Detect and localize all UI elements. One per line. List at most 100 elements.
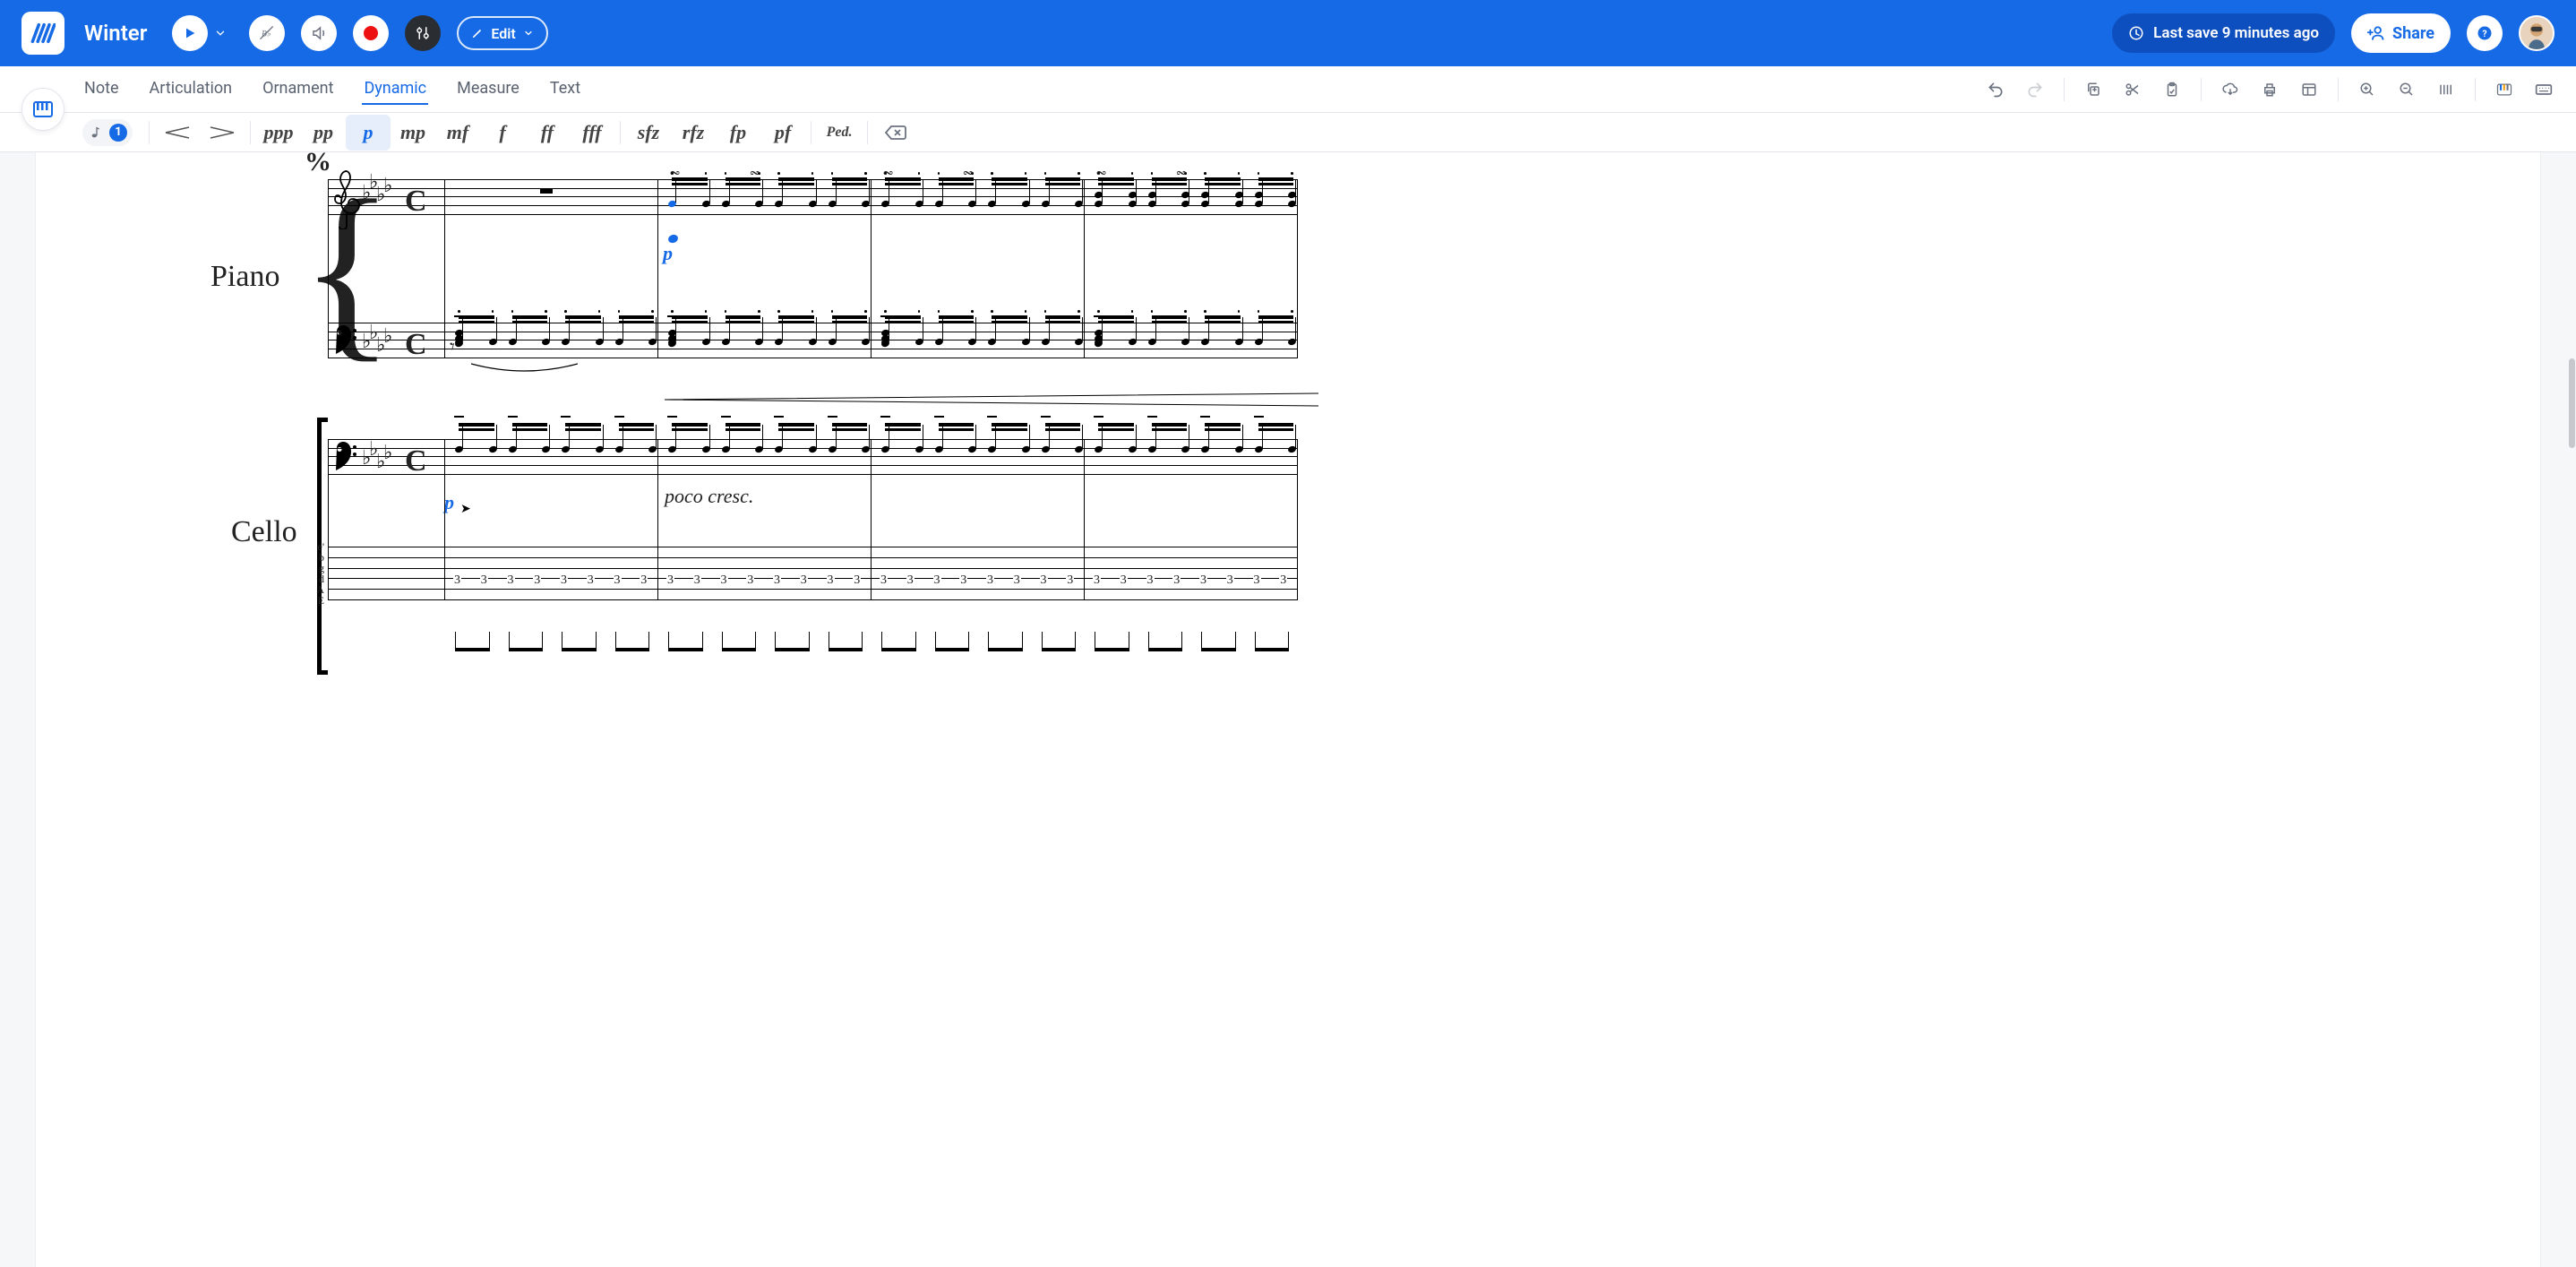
piano-dynamic-p[interactable]: p <box>663 242 673 265</box>
staccato <box>1204 172 1206 175</box>
help-button[interactable]: ? <box>2467 15 2503 51</box>
tab-fret[interactable]: 3 <box>1040 573 1048 588</box>
tab-fret[interactable]: 3 <box>1226 573 1234 588</box>
tab-fret[interactable]: 3 <box>1013 573 1021 588</box>
keyboard-button[interactable] <box>2528 73 2560 106</box>
tab-fret[interactable]: 3 <box>959 573 967 588</box>
tab-fret[interactable]: 3 <box>986 573 994 588</box>
dynamic-rfz[interactable]: rfz <box>671 115 716 151</box>
crescendo-hairpin[interactable] <box>665 392 1318 407</box>
delete-dynamic-button[interactable] <box>873 115 918 151</box>
pedal-button[interactable]: Ped. <box>817 115 862 151</box>
midi-settings-button[interactable] <box>405 15 441 51</box>
dynamic-f[interactable]: f <box>480 115 525 151</box>
dynamic-fp[interactable]: fp <box>716 115 760 151</box>
document-title[interactable]: Winter <box>84 21 147 46</box>
tab-fret[interactable]: 3 <box>880 573 888 588</box>
tab-fret[interactable]: 3 <box>1066 573 1074 588</box>
play-options-dropdown[interactable] <box>208 15 233 51</box>
tab-fret[interactable]: 3 <box>1120 573 1128 588</box>
cut-button[interactable] <box>2117 73 2149 106</box>
tab-fret[interactable]: 3 <box>720 573 728 588</box>
tab-fret[interactable]: 3 <box>746 573 754 588</box>
parts-button[interactable] <box>2488 73 2520 106</box>
tab-fret[interactable]: 3 <box>1253 573 1261 588</box>
tab-fret[interactable]: 3 <box>453 573 461 588</box>
tab-ornament[interactable]: Ornament <box>261 73 335 105</box>
staff <box>328 439 1297 475</box>
record-button[interactable] <box>353 15 389 51</box>
tab-fret[interactable]: 3 <box>640 573 648 588</box>
rhythm-stem <box>1201 632 1202 650</box>
score-page[interactable]: % Piano { Cello p p ➤ poco cresc. ♭♭♭♭♭♭… <box>36 152 2540 1267</box>
tab-fret[interactable]: 3 <box>1093 573 1101 588</box>
tab-fret[interactable]: 3 <box>614 573 622 588</box>
dynamic-ppp[interactable]: ppp <box>256 115 301 151</box>
beam <box>1045 321 1081 323</box>
dynamic-pf[interactable]: pf <box>760 115 805 151</box>
tab-fret[interactable]: 3 <box>533 573 541 588</box>
cello-dynamic-p[interactable]: p <box>444 491 454 514</box>
tab-fret[interactable]: 3 <box>507 573 515 588</box>
tab-fret[interactable]: 3 <box>1172 573 1181 588</box>
paste-button[interactable] <box>2156 73 2188 106</box>
download-button[interactable] <box>2214 73 2246 106</box>
dynamic-mf[interactable]: mf <box>435 115 480 151</box>
tab-fret[interactable]: 3 <box>1199 573 1207 588</box>
beam <box>992 423 1027 427</box>
edit-mode-button[interactable]: Edit <box>457 16 547 50</box>
tab-fret[interactable]: 3 <box>1146 573 1155 588</box>
tab-measure[interactable]: Measure <box>455 73 521 105</box>
tab-fret[interactable]: 3 <box>1279 573 1287 588</box>
tab-fret[interactable]: 3 <box>560 573 568 588</box>
tab-fret[interactable]: 3 <box>933 573 941 588</box>
save-status-button[interactable]: Last save 9 minutes ago <box>2112 13 2335 53</box>
zoom-out-button[interactable] <box>2391 73 2423 106</box>
tab-text[interactable]: Text <box>548 73 582 105</box>
dynamic-p[interactable]: p <box>346 115 391 151</box>
scrollbar-thumb[interactable] <box>2569 358 2575 448</box>
tab-fret[interactable]: 3 <box>906 573 914 588</box>
app-logo[interactable] <box>21 12 64 55</box>
cello-expression[interactable]: poco cresc. <box>665 485 753 508</box>
dynamic-fff[interactable]: fff <box>570 115 614 151</box>
layout-button[interactable] <box>2293 73 2325 106</box>
beam <box>459 321 494 323</box>
tab-fret[interactable]: 3 <box>853 573 861 588</box>
user-avatar[interactable] <box>2519 15 2555 51</box>
stem <box>762 425 763 448</box>
tab-articulation[interactable]: Articulation <box>148 73 235 105</box>
redo-button[interactable] <box>2019 73 2051 106</box>
instrument-panel-toggle[interactable] <box>21 88 64 131</box>
dynamic-sfz[interactable]: sfz <box>626 115 671 151</box>
zoom-in-button[interactable] <box>2351 73 2383 106</box>
decrescendo-button[interactable] <box>200 115 245 151</box>
print-button[interactable] <box>2254 73 2286 106</box>
tab-fret[interactable]: 3 <box>800 573 808 588</box>
play-button[interactable] <box>172 15 208 51</box>
tab-fret[interactable]: 3 <box>587 573 595 588</box>
tab-fret[interactable]: 3 <box>480 573 488 588</box>
barline <box>871 179 872 358</box>
copy-button[interactable] <box>2077 73 2109 106</box>
undo-button[interactable] <box>1979 73 2012 106</box>
voice-selector[interactable]: 1 <box>82 119 133 146</box>
stem <box>569 425 570 448</box>
rhythm-stem <box>988 632 989 650</box>
tab-note[interactable]: Note <box>82 73 121 105</box>
audio-button[interactable] <box>301 15 337 51</box>
dynamic-ff[interactable]: ff <box>525 115 570 151</box>
tab-fret[interactable]: 3 <box>693 573 701 588</box>
crescendo-button[interactable] <box>155 115 200 151</box>
dynamic-mp[interactable]: mp <box>391 115 435 151</box>
tab-fret[interactable]: 3 <box>666 573 674 588</box>
tab-dynamic[interactable]: Dynamic <box>362 73 428 105</box>
tab-fret[interactable]: 3 <box>773 573 781 588</box>
measures-view-button[interactable] <box>2430 73 2462 106</box>
decrescendo-icon <box>209 126 236 139</box>
tab-fret[interactable]: 3 <box>827 573 835 588</box>
dynamic-pp[interactable]: pp <box>301 115 346 151</box>
staccato <box>1184 310 1187 313</box>
share-button[interactable]: Share <box>2351 13 2451 53</box>
chord-playback-button[interactable]: B♭ <box>249 15 285 51</box>
